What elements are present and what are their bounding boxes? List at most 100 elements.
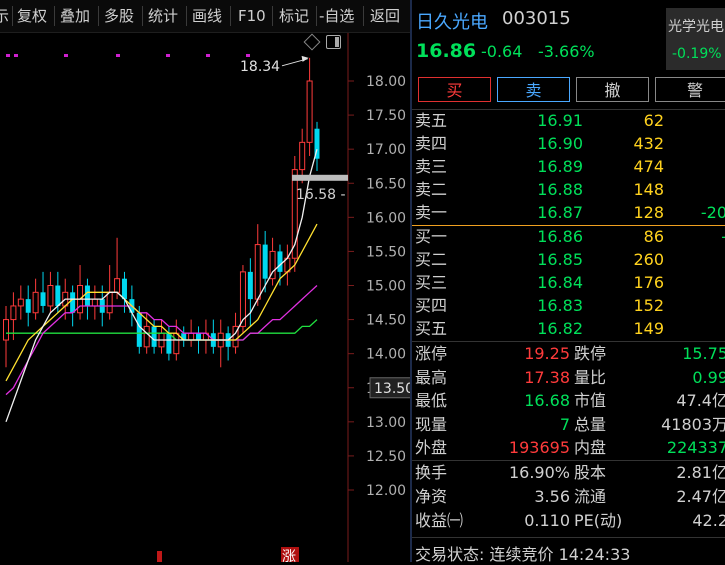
toolbar-separator: [12, 6, 13, 26]
sector-change-pct: -0.19%: [672, 46, 722, 62]
chart-toolbar: 示 复权 叠加 多股 统计 画线 F10 标记 -自选 返回: [0, 0, 410, 33]
toolbar-f10-button[interactable]: F10: [238, 0, 266, 32]
bid-price: 16.84: [537, 273, 583, 292]
stat-value: 47.4亿: [676, 391, 725, 411]
divider: [412, 537, 725, 538]
candle-body: [47, 285, 54, 307]
toolbar-adjust-button[interactable]: 复权: [17, 0, 47, 32]
sector-card[interactable]: 光学光电 -0.19%: [666, 8, 725, 70]
ask-row[interactable]: 卖三 16.89 474: [412, 155, 725, 178]
ask-price: 16.89: [537, 157, 583, 176]
stat-row: 外盘 193695 内盘 224337: [412, 436, 725, 459]
ask-label: 卖二: [415, 180, 448, 199]
stat-row: 涨停 19.25 跌停 15.75: [412, 342, 725, 365]
stat-row: 最低 16.68 市值 47.4亿: [412, 389, 725, 412]
stat-row: 最高 17.38 量比 0.99: [412, 366, 725, 389]
stat-value: 0.110: [524, 511, 570, 530]
alert-button[interactable]: 警: [655, 77, 725, 102]
ask-vol: 62: [643, 111, 664, 130]
bid-row[interactable]: 买三 16.84 176: [412, 271, 725, 294]
stat-label: 股本: [574, 463, 607, 482]
price-change: -0.64: [481, 42, 523, 61]
ask-row[interactable]: 卖五 16.91 62: [412, 109, 725, 132]
candle-body: [136, 312, 142, 347]
toolbar-separator: [230, 6, 231, 26]
kline-chart[interactable]: 18.00 17.50 17.00 16.50 16.00 15.50 15.00 14.50…: [0, 33, 410, 562]
y-tick-label: 17.50: [366, 108, 406, 124]
stock-name: 日久光电: [416, 12, 488, 33]
candle-body: [25, 299, 31, 313]
candle-body: [247, 271, 253, 300]
toolbar-stats-button[interactable]: 统计: [148, 0, 178, 32]
toolbar-back-button[interactable]: 返回: [370, 0, 400, 32]
toolbar-watchlist-button[interactable]: -自选: [319, 0, 354, 32]
stat-row: 现量 7 总量 41803万: [412, 413, 725, 436]
toolbar-multi-stock-button[interactable]: 多股: [104, 0, 134, 32]
stat-value: 224337: [666, 438, 725, 458]
stat-value: 16.90%: [508, 463, 570, 482]
y-tick-label: 16.50: [366, 176, 406, 192]
bid-row[interactable]: 买四 16.83 152: [412, 294, 725, 317]
bid-vol: 86: [643, 227, 664, 246]
marker-dot: [64, 54, 68, 57]
stat-label: 总量: [574, 414, 607, 434]
bid-label: 买一: [415, 227, 448, 246]
stat-value: 2.81亿: [676, 463, 725, 482]
marker-dot: [6, 54, 10, 57]
ask-label: 卖四: [415, 134, 448, 153]
toolbar-mark-button[interactable]: 标记: [279, 0, 309, 32]
candle-body: [3, 319, 9, 341]
toolbar-separator: [186, 6, 187, 26]
y-tick-label: 15.50: [366, 244, 406, 260]
sell-button[interactable]: 卖: [497, 77, 570, 102]
sector-name: 光学光电: [668, 19, 724, 35]
candle-body: [32, 291, 39, 314]
stat-value: 15.75: [682, 344, 725, 363]
bid-row[interactable]: 买五 16.82 149: [412, 317, 725, 340]
stat-value: 2.47亿: [676, 487, 725, 506]
buy-button[interactable]: 买: [418, 77, 491, 102]
y-tick-label: 14.50: [366, 313, 406, 329]
ask-row[interactable]: 卖一 16.87 128 -20: [412, 201, 725, 224]
bid-vol: 149: [633, 319, 664, 338]
stat-label: 最低: [415, 391, 448, 411]
candle-body: [70, 292, 76, 313]
bid-vol: 152: [633, 296, 664, 315]
stat-value: 0.99: [692, 367, 725, 387]
high-price-label: 18.34: [240, 59, 280, 75]
stat-value: 42.2: [692, 511, 725, 530]
y-tick-label: 13.00: [366, 415, 406, 431]
ask-vol: 128: [633, 203, 664, 222]
bid-row[interactable]: 买一 16.86 86 -: [412, 225, 725, 248]
ask-price: 16.91: [537, 111, 583, 130]
bid-row[interactable]: 买二 16.85 260: [412, 248, 725, 271]
candle-body: [55, 285, 61, 306]
candle-body: [143, 325, 150, 348]
toolbar-draw-button[interactable]: 画线: [192, 0, 222, 32]
ask-row[interactable]: 卖二 16.88 148: [412, 178, 725, 201]
y-tick-label: 17.00: [366, 142, 406, 158]
stat-value: 41803万: [661, 414, 725, 434]
ask-row[interactable]: 卖四 16.90 432: [412, 132, 725, 155]
stat-value: 3.56: [534, 487, 570, 506]
toolbar-indicator-button[interactable]: 示: [0, 0, 9, 32]
toolbar-overlay-button[interactable]: 叠加: [60, 0, 90, 32]
bid-price: 16.85: [537, 250, 583, 269]
stat-label: 现量: [415, 414, 448, 434]
stat-label: 流通: [574, 487, 607, 506]
stat-label: 净资: [415, 487, 448, 506]
candle-body: [151, 326, 157, 347]
cancel-order-button[interactable]: 撤: [576, 77, 649, 102]
bid-label: 买四: [415, 296, 448, 315]
limit-up-label: 涨: [282, 549, 296, 562]
stat-label: 收益㈠: [415, 511, 464, 530]
marker-dot: [246, 54, 250, 57]
toolbar-separator: [272, 6, 273, 26]
crosshair-price-value: 13.50: [374, 381, 410, 397]
window-toggle-icon[interactable]: [326, 35, 341, 49]
ask-label: 卖五: [415, 111, 448, 130]
candle-body: [173, 332, 180, 355]
marker-dot: [206, 54, 210, 57]
kline-chart-canvas[interactable]: 18.00 17.50 17.00 16.50 16.00 15.50 15.00 14.50…: [0, 33, 410, 562]
marker-dot: [116, 54, 120, 57]
